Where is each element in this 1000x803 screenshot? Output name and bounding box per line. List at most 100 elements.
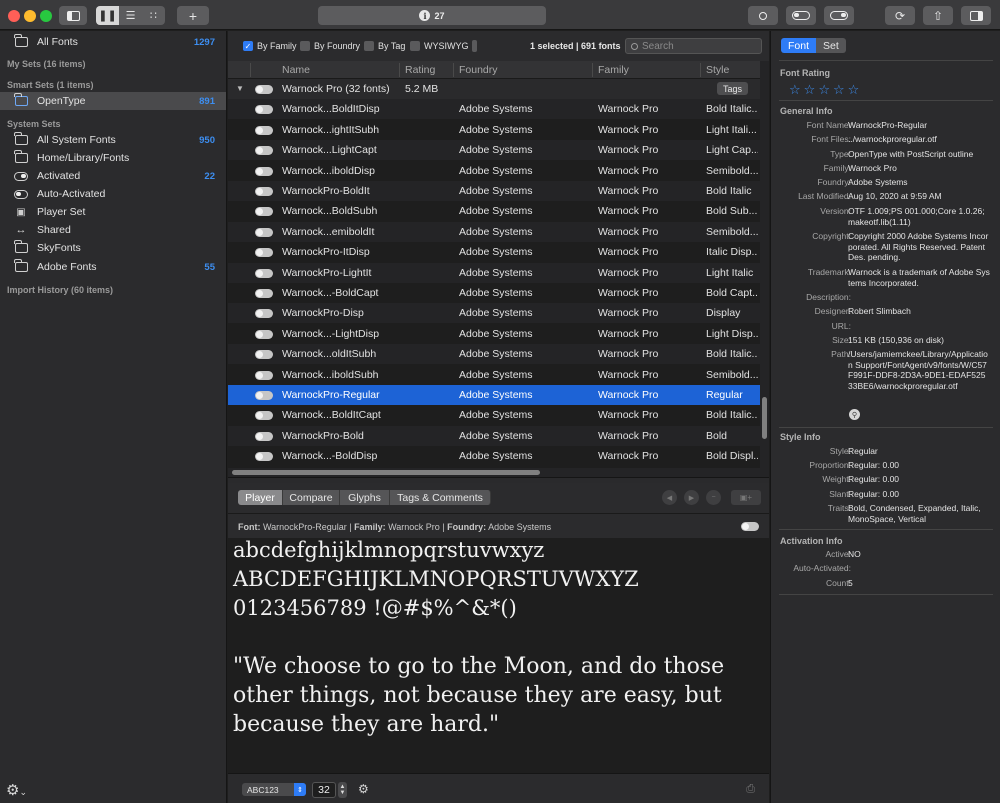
activation-switch[interactable] bbox=[255, 166, 273, 176]
table-horizontal-scrollbar[interactable] bbox=[228, 468, 769, 477]
play-button[interactable]: ▶ bbox=[684, 490, 699, 505]
tab-set[interactable]: Set bbox=[816, 38, 846, 53]
toggle-sidebar-button[interactable] bbox=[59, 6, 87, 25]
activation-switch[interactable] bbox=[255, 207, 273, 217]
table-row[interactable]: Warnock...emiboldIt Adobe Systems Warnock … bbox=[228, 221, 760, 242]
table-row[interactable]: Warnock...iboldDisp Adobe Systems Warnock … bbox=[228, 161, 760, 181]
activation-switch[interactable] bbox=[255, 85, 273, 94]
scroll-thumb[interactable] bbox=[762, 397, 767, 439]
activation-switch[interactable] bbox=[255, 411, 273, 421]
tab-glyphs[interactable]: Glyphs bbox=[340, 490, 390, 505]
activation-switch[interactable] bbox=[255, 268, 273, 278]
sidebar-item-opentype[interactable]: OpenType 891 bbox=[0, 92, 226, 110]
tags-button[interactable]: Tags bbox=[716, 82, 748, 95]
previous-button[interactable]: ◀ bbox=[662, 490, 677, 505]
toggle-inspector-button[interactable] bbox=[961, 6, 991, 25]
export-button[interactable]: ▣+ bbox=[731, 490, 761, 505]
find-button[interactable] bbox=[748, 6, 778, 25]
activation-switch[interactable] bbox=[255, 187, 273, 196]
font-size-stepper[interactable]: ▲ ▼ bbox=[338, 782, 347, 798]
table-row[interactable]: Warnock...BoldSubh Adobe Systems Warnock P… bbox=[228, 201, 760, 221]
activate-button[interactable] bbox=[824, 6, 854, 25]
table-row[interactable]: Warnock...-BoldDisp Adobe Systems Warnock … bbox=[228, 446, 760, 466]
font-size-input[interactable]: 32 bbox=[312, 782, 336, 798]
tab-player[interactable]: Player bbox=[238, 490, 283, 505]
table-row[interactable]: Warnock...ightItSubh Adobe Systems Warnock… bbox=[228, 120, 760, 140]
column-rating[interactable]: Rating bbox=[405, 64, 435, 76]
table-vertical-scrollbar[interactable] bbox=[760, 61, 769, 468]
wysiwyg-checkbox[interactable]: WYSIWYG bbox=[410, 41, 469, 51]
by-foundry-checkbox[interactable]: By Foundry bbox=[300, 41, 360, 51]
smart-sets-header[interactable]: Smart Sets (1 items) bbox=[7, 80, 94, 90]
table-row[interactable]: Warnock...BoldItDisp Adobe Systems Warnock… bbox=[228, 99, 760, 120]
star-icon[interactable]: ☆ bbox=[789, 82, 801, 98]
table-row[interactable]: WarnockPro-Disp Adobe Systems Warnock Pro D… bbox=[228, 303, 760, 324]
add-button[interactable]: + bbox=[177, 6, 209, 25]
list-view-icon[interactable]: ☰ bbox=[119, 6, 142, 25]
table-row[interactable]: Warnock...-BoldCapt Adobe Systems Warnock … bbox=[228, 283, 760, 303]
sidebar-item-all-system-fonts[interactable]: All System Fonts 950 bbox=[0, 131, 226, 149]
activation-switch[interactable] bbox=[255, 248, 273, 258]
column-style[interactable]: Style bbox=[706, 64, 729, 76]
zoom-window-button[interactable] bbox=[40, 10, 52, 22]
table-row[interactable]: WarnockPro-Bold Adobe Systems Warnock Pro B… bbox=[228, 425, 760, 446]
activation-switch[interactable] bbox=[255, 146, 273, 156]
star-icon[interactable]: ☆ bbox=[818, 82, 830, 98]
sync-button[interactable]: ⟳ bbox=[885, 6, 915, 25]
sample-text-select[interactable]: ABC123 ⇕ bbox=[242, 783, 306, 796]
sidebar-item-activated[interactable]: Activated 22 bbox=[0, 167, 226, 185]
preview-toggle-switch[interactable] bbox=[741, 522, 759, 531]
my-sets-header[interactable]: My Sets (16 items) bbox=[7, 59, 86, 69]
family-group-row[interactable]: ▼ Warnock Pro (32 fonts) 5.2 MB Tags bbox=[228, 79, 760, 99]
column-name[interactable]: Name bbox=[282, 64, 310, 76]
settings-gear-button[interactable]: ⚙⌄ bbox=[6, 781, 27, 799]
table-row[interactable]: Warnock...LightCapt Adobe Systems Warnock … bbox=[228, 140, 760, 161]
by-tag-checkbox[interactable]: By Tag bbox=[364, 41, 405, 51]
star-icon[interactable]: ☆ bbox=[848, 82, 860, 98]
table-row[interactable]: WarnockPro-LightIt Adobe Systems Warnock P… bbox=[228, 262, 760, 283]
grid-view-icon[interactable]: ∷ bbox=[142, 6, 165, 25]
table-row[interactable]: Warnock...oldItSubh Adobe Systems Warnock … bbox=[228, 344, 760, 365]
import-history-header[interactable]: Import History (60 items) bbox=[7, 285, 113, 295]
activation-switch[interactable] bbox=[255, 105, 273, 115]
table-row[interactable]: WarnockPro-Regular Adobe Systems Warnock P… bbox=[228, 385, 760, 405]
activation-switch[interactable] bbox=[255, 289, 273, 298]
font-preview-area[interactable]: abcdefghijklmnopqrstuvwxyz ABCDEFGHIJKLM… bbox=[228, 538, 769, 773]
system-sets-header[interactable]: System Sets bbox=[7, 119, 61, 129]
star-icon[interactable]: ☆ bbox=[804, 82, 816, 98]
sidebar-item-skyfonts[interactable]: SkyFonts bbox=[0, 239, 226, 257]
search-input[interactable]: Search bbox=[625, 38, 762, 54]
sidebar-item-player-set[interactable]: ▣ Player Set bbox=[0, 203, 226, 221]
scroll-thumb[interactable] bbox=[232, 470, 540, 475]
table-row[interactable]: WarnockPro-BoldIt Adobe Systems Warnock Pr… bbox=[228, 181, 760, 201]
table-row[interactable]: WarnockPro-ItDisp Adobe Systems Warnock Pr… bbox=[228, 242, 760, 262]
print-button[interactable]: ⎙ bbox=[746, 783, 755, 796]
activation-switch[interactable] bbox=[255, 452, 273, 462]
rating-stars[interactable]: ☆ ☆ ☆ ☆ ☆ bbox=[789, 82, 859, 98]
tab-font[interactable]: Font bbox=[781, 38, 817, 53]
activation-switch[interactable] bbox=[255, 329, 273, 339]
sidebar-item-adobe-fonts[interactable]: Adobe Fonts 55 bbox=[0, 258, 226, 276]
table-row[interactable]: Warnock...BoldItCapt Adobe Systems Warnock… bbox=[228, 405, 760, 425]
sidebar-item-home-library-fonts[interactable]: Home/Library/Fonts bbox=[0, 149, 226, 167]
sidebar-item-shared[interactable]: ↔ Shared bbox=[0, 221, 226, 239]
activation-switch[interactable] bbox=[255, 227, 273, 237]
column-view-icon[interactable]: ❚❚ bbox=[96, 6, 119, 25]
activation-switch[interactable] bbox=[255, 125, 273, 135]
minimize-window-button[interactable] bbox=[24, 10, 36, 22]
disclosure-triangle-icon[interactable]: ▼ bbox=[236, 84, 244, 93]
star-icon[interactable]: ☆ bbox=[833, 82, 845, 98]
tab-compare[interactable]: Compare bbox=[283, 490, 340, 505]
column-family[interactable]: Family bbox=[598, 64, 629, 76]
remove-button[interactable]: − bbox=[706, 490, 721, 505]
sidebar-item-all-fonts[interactable]: All Fonts 1297 bbox=[0, 33, 226, 51]
column-foundry[interactable]: Foundry bbox=[459, 64, 498, 76]
activation-switch[interactable] bbox=[255, 309, 273, 319]
deactivate-button[interactable] bbox=[786, 6, 816, 25]
share-button[interactable]: ⇧ bbox=[923, 6, 953, 25]
activation-switch[interactable] bbox=[255, 391, 273, 400]
activation-switch[interactable] bbox=[255, 350, 273, 360]
sidebar-item-auto-activated[interactable]: Auto-Activated bbox=[0, 185, 226, 203]
preview-settings-button[interactable]: ⚙ bbox=[358, 782, 369, 796]
activity-indicator[interactable]: i 27 bbox=[318, 6, 546, 25]
